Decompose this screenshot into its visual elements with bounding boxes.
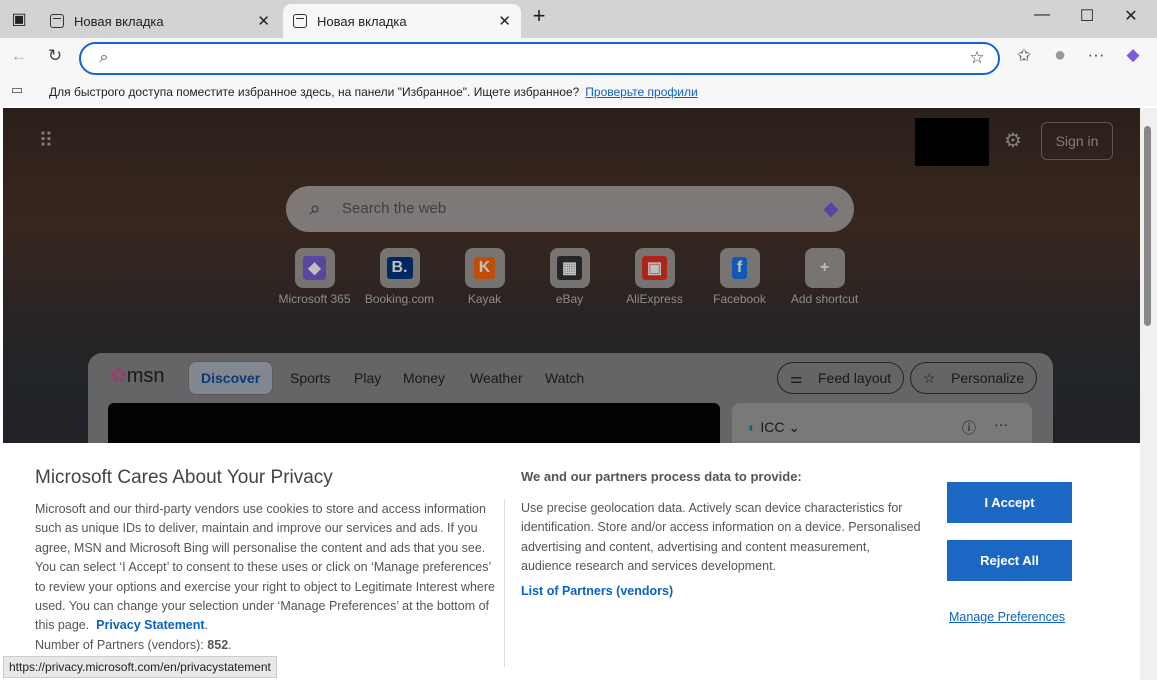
toolbar: ← ↻ ⌕ ☆ ✩ ● ··· ◆ [0,38,1157,78]
divider [504,499,505,667]
privacy-banner: Microsoft Cares About Your Privacy Micro… [3,443,1140,680]
tab-1[interactable]: Новая вкладка ✕ [40,4,280,38]
new-tab-icon [293,14,307,28]
manage-preferences-link[interactable]: Manage Preferences [949,610,1065,624]
search-icon: ⌕ [99,49,109,66]
maximize-icon[interactable]: ☐ [1072,6,1102,26]
new-tab-icon [50,14,64,28]
copilot-icon[interactable]: ◆ [1120,45,1146,65]
tab-2[interactable]: Новая вкладка ✕ [283,4,521,38]
data-purposes-body: Use precise geolocation data. Actively s… [521,499,921,601]
tab-bar: ▣ Новая вкладка ✕ Новая вкладка ✕ + — ☐ … [0,0,1157,38]
close-tab-icon[interactable]: ✕ [498,12,511,30]
data-purposes-title: We and our partners process data to prov… [521,469,802,484]
tab-title: Новая вкладка [74,13,164,29]
scrollbar-thumb[interactable] [1144,126,1151,326]
status-bar-url: https://privacy.microsoft.com/en/privacy… [3,656,277,678]
favorite-star-icon[interactable]: ☆ [964,48,990,68]
refresh-icon[interactable]: ↻ [42,46,68,66]
tab-actions-icon[interactable]: ▣ [4,9,34,29]
partners-list-link[interactable]: List of Partners (vendors) [521,582,673,601]
accept-button[interactable]: I Accept [947,482,1072,523]
profile-avatar[interactable]: ● [1047,44,1073,67]
close-tab-icon[interactable]: ✕ [257,12,270,30]
tab-title: Новая вкладка [317,13,407,29]
more-icon[interactable]: ··· [1083,45,1109,65]
privacy-title: Microsoft Cares About Your Privacy [35,467,333,488]
check-profiles-link[interactable]: Проверьте профили [585,85,697,99]
reject-all-button[interactable]: Reject All [947,540,1072,581]
scrollbar[interactable] [1140,108,1157,680]
minimize-icon[interactable]: — [1027,6,1057,24]
new-tab-button[interactable]: + [524,3,554,29]
privacy-statement-link[interactable]: Privacy Statement [96,618,204,632]
close-window-icon[interactable]: ✕ [1116,6,1146,26]
favorites-hint: Для быстрого доступа поместите избранное… [49,85,580,99]
favorites-bar-icon: ▭ [10,82,24,97]
favorites-bar: ▭ Для быстрого доступа поместите избранн… [0,78,1157,106]
back-icon[interactable]: ← [6,46,32,66]
privacy-body: Microsoft and our third-party vendors us… [35,502,495,652]
favorites-icon[interactable]: ✩ [1011,46,1037,66]
address-bar[interactable]: ⌕ ☆ [79,42,1000,75]
